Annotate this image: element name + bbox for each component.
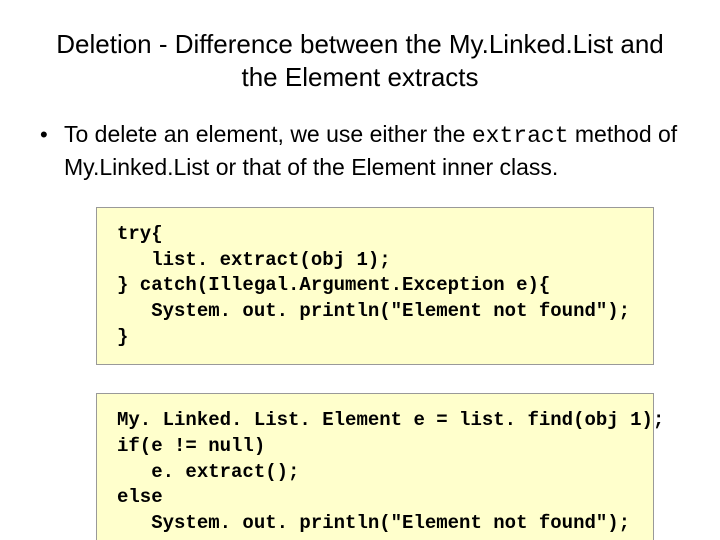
code-block-1: try{ list. extract(obj 1); } catch(Illeg… xyxy=(96,207,654,365)
bullet-item: • To delete an element, we use either th… xyxy=(40,119,680,183)
slide: Deletion - Difference between the My.Lin… xyxy=(0,0,720,540)
bullet-text: To delete an element, we use either the … xyxy=(64,119,680,183)
code-block-2: My. Linked. List. Element e = list. find… xyxy=(96,393,654,540)
bullet-text-mono: extract xyxy=(472,123,569,149)
slide-title: Deletion - Difference between the My.Lin… xyxy=(56,28,664,93)
bullet-marker: • xyxy=(40,119,64,150)
bullet-text-prefix: To delete an element, we use either the xyxy=(64,121,472,147)
